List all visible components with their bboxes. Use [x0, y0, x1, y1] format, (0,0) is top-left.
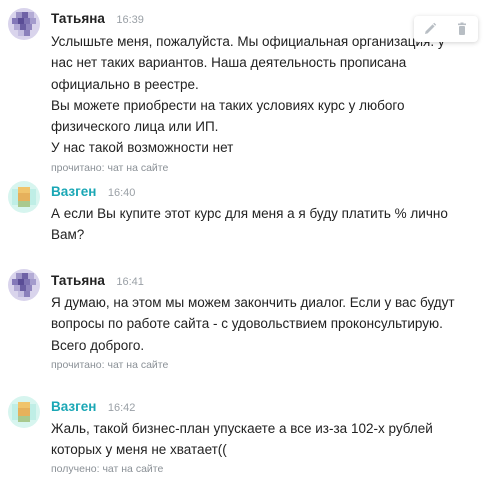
message-time: 16:40: [107, 187, 136, 199]
text-line: Я думаю, на этом мы можем закончить диал…: [51, 295, 455, 310]
text-line: А если Вы купите этот курс для меня а я …: [51, 206, 448, 221]
text-line: физического лица или ИП.: [51, 119, 219, 135]
text-line: Жаль, такой бизнес-план упускаете а все …: [51, 421, 433, 436]
message-header: Вазген 16:40: [51, 183, 135, 201]
author-name[interactable]: Татьяна: [51, 11, 105, 26]
avatar[interactable]: [8, 269, 40, 301]
message-text: Услышьте меня, пожалуйста. Мы официальна…: [51, 31, 471, 159]
delivery-status: получено: чат на сайте: [51, 463, 164, 475]
delete-button[interactable]: [446, 16, 478, 42]
delivery-status: прочитано: чат на сайте: [51, 359, 169, 371]
message-header: Вазген 16:42: [51, 398, 135, 416]
message-actions: [414, 16, 478, 42]
message-text: Жаль, такой бизнес-план упускаете а все …: [51, 418, 471, 461]
text-line: У нас такой возможности нет: [51, 140, 234, 156]
text-line: Всего доброго.: [51, 337, 145, 353]
text-line: официально в реестре.: [51, 76, 199, 92]
message-time: 16:39: [116, 14, 144, 26]
text-line: вопросы по работе сайта - с удовольствие…: [51, 316, 443, 332]
avatar[interactable]: [8, 181, 40, 213]
pencil-icon: [425, 22, 437, 34]
message-time: 16:41: [116, 276, 144, 288]
author-name[interactable]: Вазген: [51, 184, 96, 199]
message-time: 16:42: [107, 402, 136, 414]
message-header: Татьяна 16:41: [51, 272, 144, 290]
trash-icon: [458, 22, 466, 35]
delivery-status: прочитано: чат на сайте: [51, 162, 169, 174]
text-line: Вам?: [51, 227, 85, 243]
text-line: Вы можете приобрести на таких условиях к…: [51, 97, 405, 113]
message-text: Я думаю, на этом мы можем закончить диал…: [51, 292, 471, 356]
text-line: Услышьте меня, пожалуйста. Мы официальна…: [51, 34, 445, 49]
author-name[interactable]: Татьяна: [51, 273, 105, 288]
avatar[interactable]: [8, 396, 40, 428]
message-text: А если Вы купите этот курс для меня а я …: [51, 203, 471, 246]
text-line: которых у меня не хватает((: [51, 442, 227, 458]
text-line: нас нет таких вариантов. Наша деятельнос…: [51, 55, 407, 71]
avatar[interactable]: [8, 8, 40, 40]
edit-button[interactable]: [414, 16, 446, 42]
author-name[interactable]: Вазген: [51, 399, 96, 414]
message-header: Татьяна 16:39: [51, 10, 144, 28]
